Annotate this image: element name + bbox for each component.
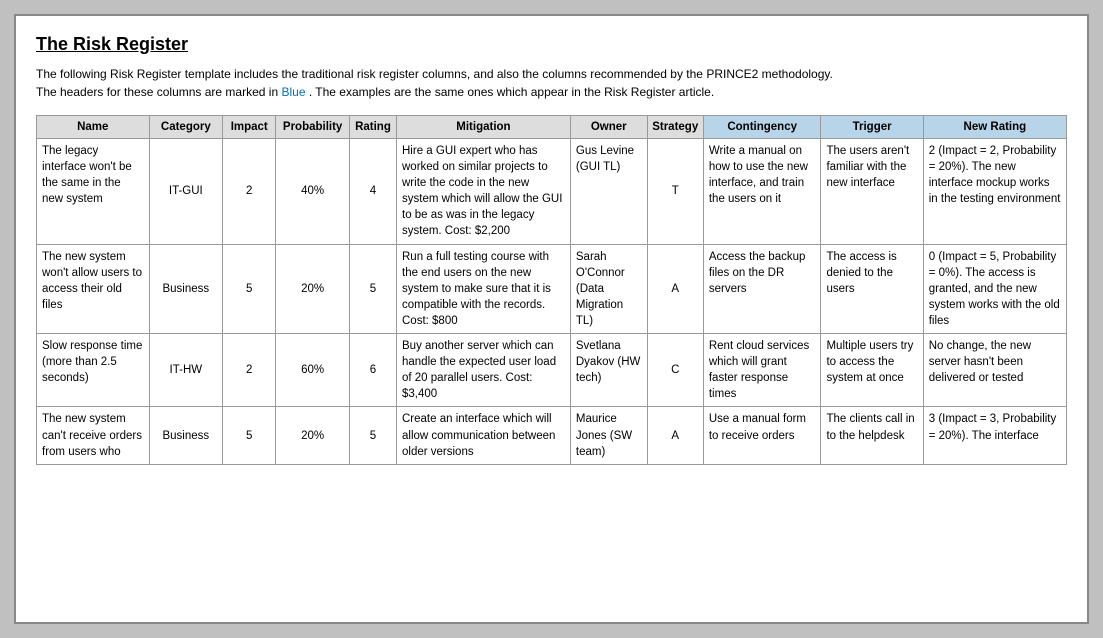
header-owner: Owner <box>570 116 647 139</box>
main-window: The Risk Register The following Risk Reg… <box>14 14 1089 624</box>
header-strategy: Strategy <box>647 116 703 139</box>
page-title: The Risk Register <box>36 34 1067 55</box>
table-row: Slow response time (more than 2.5 second… <box>37 334 1067 407</box>
header-category: Category <box>149 116 223 139</box>
header-name: Name <box>37 116 150 139</box>
description: The following Risk Register template inc… <box>36 65 1067 101</box>
header-new-rating: New Rating <box>923 116 1066 139</box>
header-probability: Probability <box>276 116 350 139</box>
header-trigger: Trigger <box>821 116 923 139</box>
table-row: The new system won't allow users to acce… <box>37 244 1067 333</box>
header-impact: Impact <box>223 116 276 139</box>
header-rating: Rating <box>349 116 396 139</box>
header-contingency: Contingency <box>703 116 821 139</box>
risk-register-table: Name Category Impact Probability Rating … <box>36 115 1067 465</box>
header-mitigation: Mitigation <box>397 116 571 139</box>
table-row: The legacy interface won't be the same i… <box>37 139 1067 245</box>
desc-line2b: . The examples are the same ones which a… <box>309 85 714 99</box>
desc-line1: The following Risk Register template inc… <box>36 67 833 81</box>
table-row: The new system can't receive orders from… <box>37 407 1067 464</box>
desc-blue: Blue <box>281 85 305 99</box>
desc-line2a: The headers for these columns are marked… <box>36 85 278 99</box>
